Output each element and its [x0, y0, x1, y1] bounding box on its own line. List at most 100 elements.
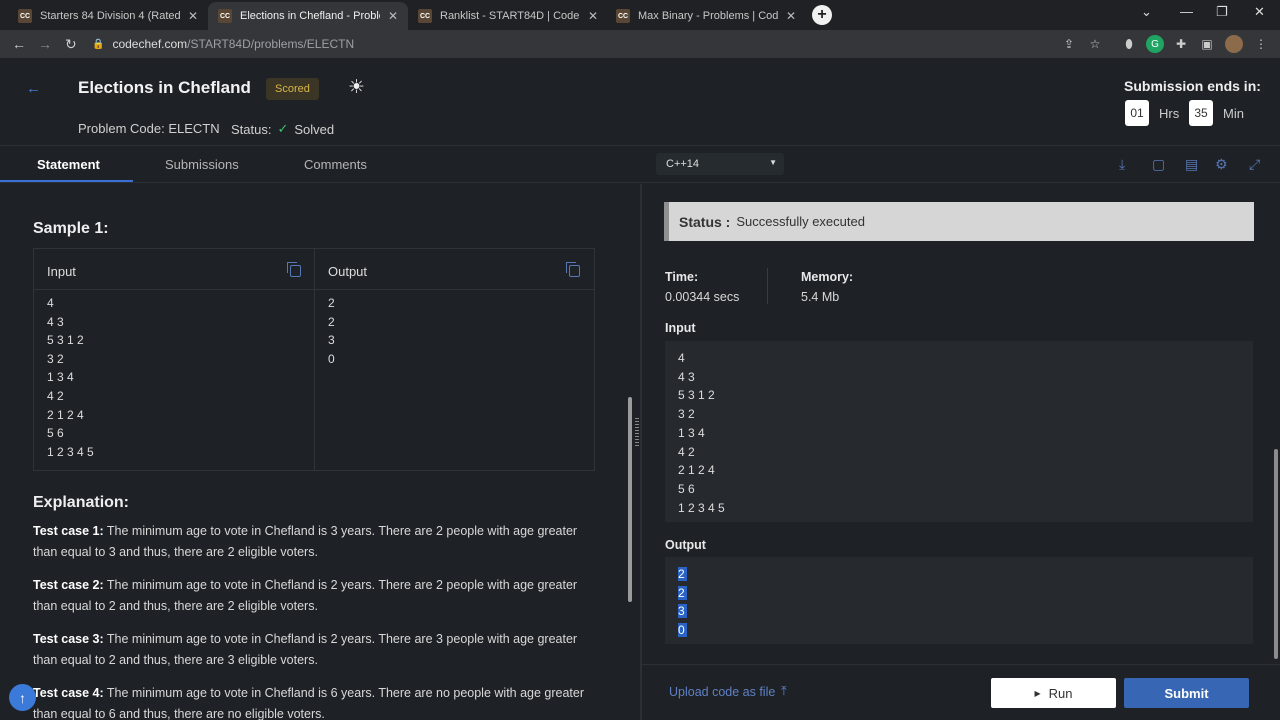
browser-tab-starters[interactable]: CC Starters 84 Division 4 (Rated) Co ✕ — [8, 2, 208, 30]
close-window-icon[interactable]: ✕ — [1254, 4, 1265, 20]
settings-gear-icon[interactable]: ⚙ — [1215, 156, 1228, 173]
line: 4 — [47, 296, 54, 310]
tab-search-icon[interactable]: ⌄ — [1141, 4, 1152, 20]
monitor-icon[interactable]: ▢ — [1152, 156, 1165, 173]
upload-icon[interactable]: ⤒ — [781, 683, 787, 699]
back-icon[interactable]: ← — [12, 36, 26, 52]
problem-code: Problem Code: ELECTN — [78, 121, 220, 136]
line: 2 1 2 4 — [47, 407, 84, 422]
sample-output-lines: 2 2 3 0 — [328, 294, 335, 368]
statement-scrollbar[interactable] — [628, 397, 632, 602]
extension-icon[interactable]: ⬮ — [1120, 35, 1138, 53]
submit-button[interactable]: Submit — [1124, 678, 1249, 708]
play-icon: ▶ — [1034, 688, 1041, 698]
codechef-favicon-icon: CC — [616, 9, 630, 23]
share-icon[interactable]: ⇪ — [1060, 35, 1078, 53]
result-panel: Status : Successfully executed Time: 0.0… — [642, 184, 1280, 720]
back-arrow-icon[interactable]: ← — [26, 80, 41, 97]
bookmark-star-icon[interactable]: ☆ — [1086, 35, 1104, 53]
sample-input-header: Input — [47, 264, 76, 279]
status-value: Solved — [294, 121, 335, 137]
sidebar-icon[interactable]: ▣ — [1198, 35, 1216, 53]
url-path: /START84D/problems/ELECTN — [187, 37, 355, 51]
sample-output-column: Output 2 2 3 0 — [315, 249, 595, 470]
line: 3 — [328, 333, 335, 348]
language-select[interactable]: C++14 ▼ — [656, 153, 784, 175]
browser-tab-label: Elections in Chefland - Problems — [240, 10, 380, 22]
result-input-box: 4 4 3 5 3 1 2 3 2 1 3 4 4 2 2 1 2 4 5 6 1 2 3 4 … — [665, 341, 1253, 522]
time-value: 0.00344 secs — [665, 290, 740, 304]
line: 2 — [328, 314, 335, 329]
forward-icon[interactable]: → — [38, 36, 52, 52]
editor-footer: Upload code as file ⤒ ▶ Run Submit — [642, 664, 1280, 720]
result-output-lines: 2 2 3 0 — [678, 565, 687, 640]
active-tab-indicator — [0, 180, 133, 182]
theme-toggle-sun-icon[interactable]: ☀ — [348, 78, 368, 98]
sample-input-column: Input 4 4 3 5 3 1 2 3 2 1 3 4 4 2 2 1 2 4 5 6 1 … — [34, 249, 315, 470]
new-tab-icon[interactable]: + — [812, 5, 832, 25]
codechef-favicon-icon: CC — [418, 9, 432, 23]
line: 5 6 — [678, 481, 695, 496]
problem-header: ← Elections in Chefland Scored ☀ Problem… — [0, 58, 1280, 146]
line: 2 — [678, 585, 687, 600]
minimize-icon[interactable]: — — [1180, 4, 1193, 19]
exec-status-value: Successfully executed — [736, 214, 865, 229]
reload-icon[interactable]: ↻ — [65, 36, 77, 53]
grammarly-icon[interactable]: G — [1146, 35, 1164, 53]
memory-label: Memory: — [801, 270, 854, 284]
scroll-to-top-button[interactable]: ↑ — [9, 684, 36, 711]
browser-tab-elections[interactable]: CC Elections in Chefland - Problems ✕ — [208, 2, 408, 30]
close-tab-icon[interactable]: ✕ — [388, 9, 398, 23]
codechef-favicon-icon: CC — [18, 9, 32, 23]
download-icon[interactable]: ⤓ — [1119, 156, 1125, 173]
exec-status-label: Status : — [679, 213, 731, 230]
sample-heading: Sample 1: — [33, 220, 109, 237]
hours-box: 01 — [1125, 100, 1149, 126]
explanation-case-2: Test case 2: The minimum age to vote in … — [33, 578, 578, 613]
run-button[interactable]: ▶ Run — [991, 678, 1116, 708]
explanation-case-4: Test case 4: The minimum age to vote in … — [33, 686, 585, 720]
tab-submissions[interactable]: Submissions — [165, 157, 239, 172]
line: 0 — [678, 623, 687, 638]
caret-down-icon: ▼ — [769, 158, 777, 167]
result-output-box: 2 2 3 0 — [665, 557, 1253, 644]
close-tab-icon[interactable]: ✕ — [786, 9, 796, 23]
problem-tabs: Statement Submissions Comments — [0, 146, 1280, 183]
save-icon[interactable]: ▤ — [1185, 156, 1198, 173]
puzzle-icon[interactable]: ✚ — [1172, 35, 1190, 53]
upload-code-link[interactable]: Upload code as file — [669, 685, 775, 699]
result-output-label: Output — [665, 538, 706, 552]
line: 2 — [328, 296, 335, 310]
copy-output-icon[interactable] — [566, 262, 580, 277]
copy-input-icon[interactable] — [287, 262, 301, 277]
browser-tab-max-binary[interactable]: CC Max Binary - Problems | CodeChe ✕ — [606, 2, 806, 30]
execution-status-bar: Status : Successfully executed — [664, 202, 1254, 241]
line: 5 6 — [47, 426, 64, 441]
time-label: Time: — [665, 270, 699, 284]
language-value: C++14 — [666, 158, 700, 170]
address-bar: ← → ↻ 🔒 codechef.com/START84D/problems/E… — [0, 30, 1280, 58]
fullscreen-icon[interactable]: ⤢ — [1249, 156, 1260, 173]
close-tab-icon[interactable]: ✕ — [188, 9, 198, 23]
sample-output-header: Output — [328, 264, 368, 279]
browser-tab-bar: CC Starters 84 Division 4 (Rated) Co ✕ C… — [0, 0, 1280, 30]
line: 3 2 — [678, 407, 695, 422]
close-tab-icon[interactable]: ✕ — [588, 9, 598, 23]
line: 5 3 1 2 — [678, 388, 715, 403]
line: 4 — [678, 351, 685, 365]
tab-statement[interactable]: Statement — [37, 157, 100, 172]
maximize-icon[interactable]: ❐ — [1216, 4, 1228, 20]
browser-tab-label: Max Binary - Problems | CodeChe — [638, 10, 778, 22]
tab-comments[interactable]: Comments — [304, 157, 367, 172]
profile-avatar-icon[interactable] — [1225, 35, 1243, 53]
url-field[interactable]: 🔒 codechef.com/START84D/problems/ELECTN — [92, 33, 1112, 55]
browser-tab-ranklist[interactable]: CC Ranklist - START84D | CodeChef ✕ — [408, 2, 608, 30]
splitter-grip-icon[interactable] — [635, 418, 639, 446]
minutes-label: Min — [1223, 106, 1244, 121]
line: 4 2 — [47, 388, 64, 403]
result-scrollbar[interactable] — [1274, 449, 1278, 659]
lock-icon: 🔒 — [92, 38, 105, 50]
submission-ends-label: Submission ends in: — [1124, 78, 1261, 94]
menu-kebab-icon[interactable]: ⋮ — [1252, 35, 1270, 53]
url-host: codechef.com — [112, 37, 188, 51]
